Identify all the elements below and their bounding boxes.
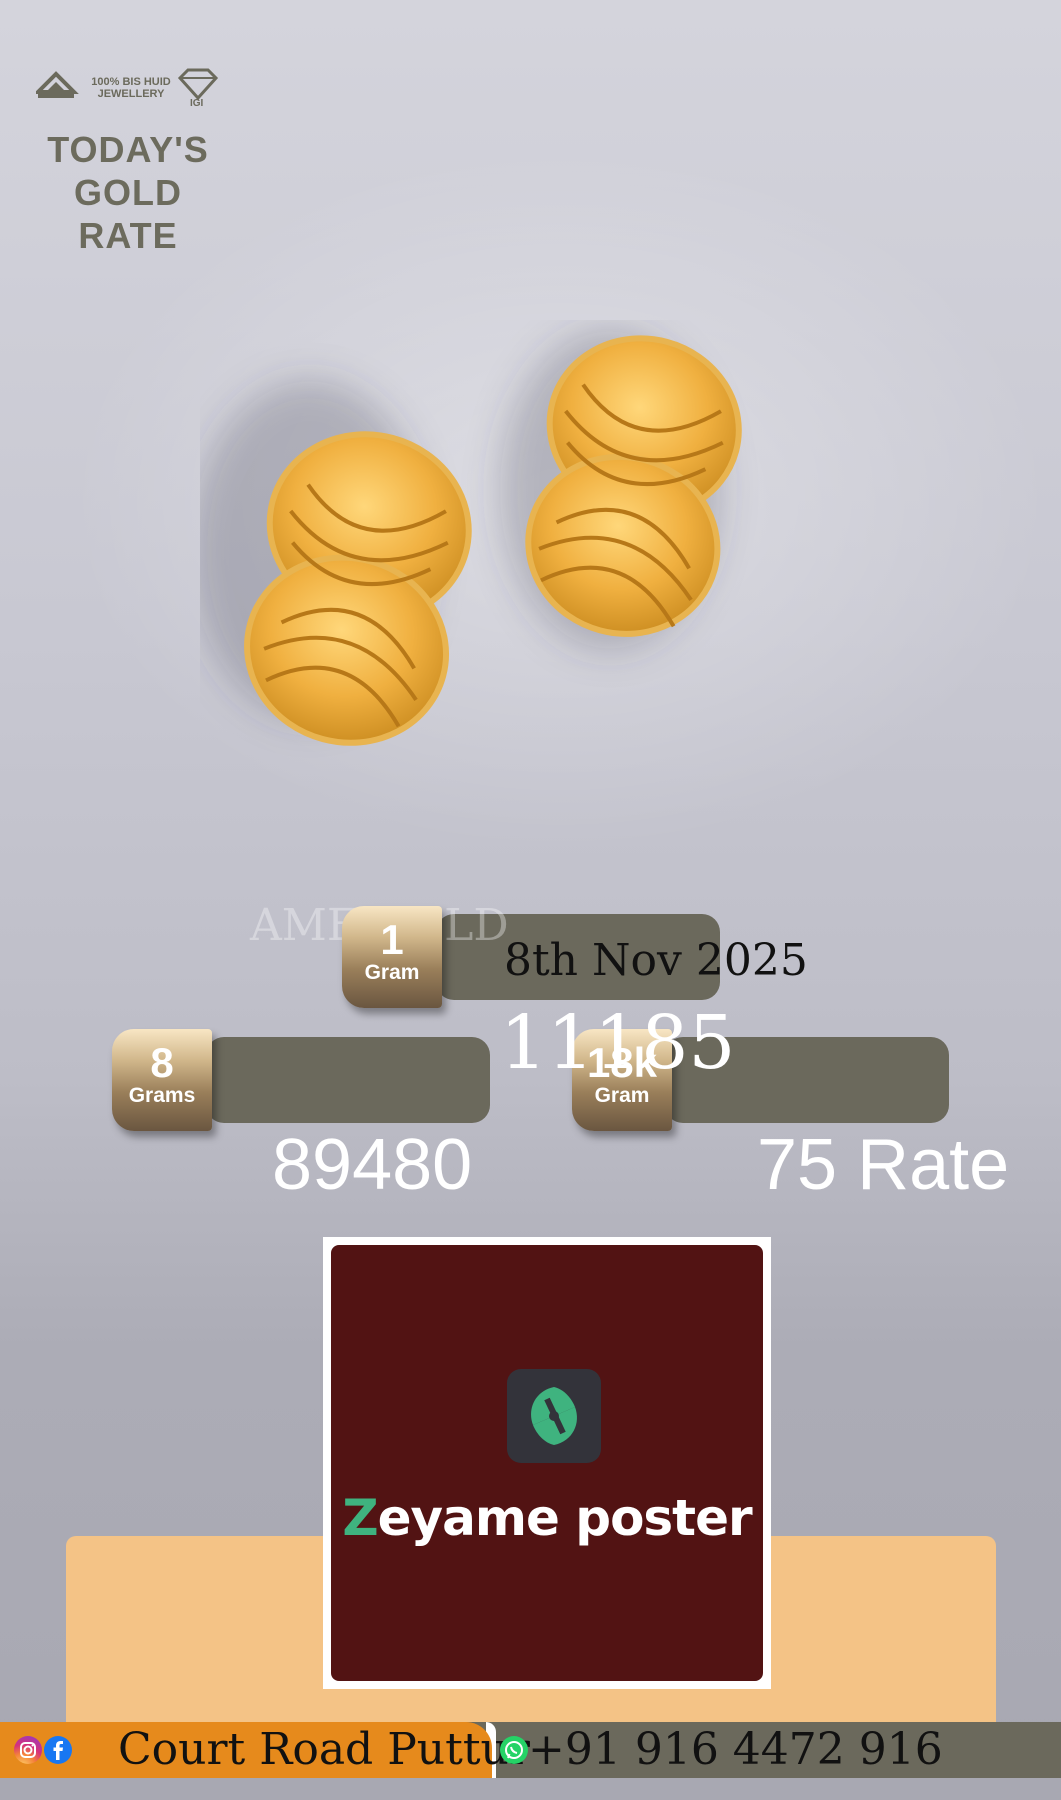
eighteen-k-unit: Gram [594,1084,650,1107]
zeyame-logo-icon [507,1369,601,1463]
svg-text:IGI: IGI [190,98,204,108]
title-line-2: GOLD [74,172,182,213]
logo-brand-first: Z [342,1489,378,1547]
eight-grams-rate: 89480 [272,1125,473,1205]
eight-grams-qty: 8 [150,1039,174,1086]
instagram-icon[interactable] [14,1736,42,1764]
facebook-icon[interactable] [44,1736,72,1764]
eight-grams-badge: 8 Grams [112,1029,212,1131]
eighteen-k-rate: 75 Rate [757,1125,1010,1205]
eight-grams-unit: Grams [128,1084,196,1107]
shop-address: Court Road Puttur [118,1724,530,1775]
whatsapp-icon[interactable] [500,1736,528,1764]
diamond-icon: IGI [177,68,219,108]
title-line-1: TODAY'S [47,129,209,170]
one-gram-qty: 1 [380,916,404,963]
title-line-3: RATE [78,215,178,256]
bis-text: 100% BIS HUID JEWELLERY [91,76,171,100]
footer-bar: Court Road Puttur +91 916 4472 916 [0,1722,1061,1778]
shop-logo: Zeyame poster [323,1237,771,1689]
one-gram-rate: 11185 [500,1000,736,1086]
rate-date: 8th Nov 2025 [504,935,808,986]
eight-grams-bar [206,1037,490,1123]
gold-earrings-image [200,330,742,746]
page-title: TODAY'S GOLD RATE [40,128,216,257]
zeyame-logo-text: Zeyame poster [331,1489,763,1547]
logo-brand-rest: eyame poster [377,1489,753,1547]
one-gram-unit: Gram [364,961,420,984]
one-gram-badge: 1 Gram [342,906,442,1008]
phone-number[interactable]: +91 916 4472 916 [528,1722,943,1778]
